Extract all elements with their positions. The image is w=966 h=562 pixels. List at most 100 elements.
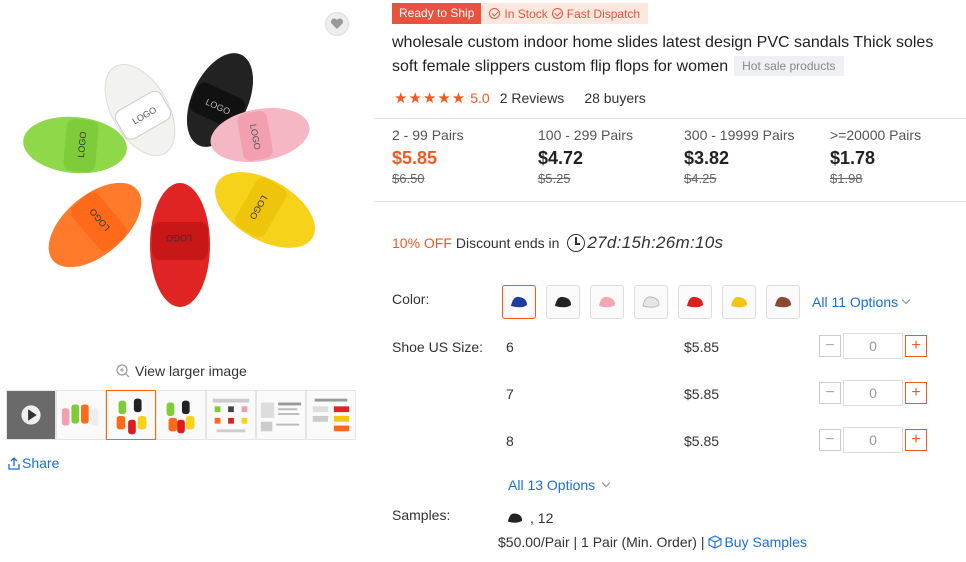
hot-sale-tag[interactable]: Hot sale products [734, 56, 844, 76]
color-swatch-red[interactable] [678, 285, 712, 319]
product-gallery: LOGO LOGO LOGO LOGO LOGO LOGO LOGO View … [0, 0, 370, 562]
price-tier: >=20000 Pairs $1.78 $1.98 [830, 127, 966, 186]
samples-info: $50.00/Pair | 1 Pair (Min. Order) | Buy … [498, 534, 807, 550]
divider [374, 201, 966, 202]
zoom-icon [116, 364, 130, 378]
buy-samples-link[interactable]: Buy Samples [708, 534, 807, 550]
all-color-options-link[interactable]: All 11 Options [812, 294, 911, 310]
quantity-input[interactable]: 0 [843, 380, 903, 406]
favorite-button[interactable] [325, 12, 349, 36]
play-icon [7, 391, 55, 439]
increment-button[interactable]: + [905, 335, 927, 357]
quantity-input[interactable]: 0 [843, 333, 903, 359]
chevron-down-icon [601, 478, 611, 488]
price-tier: 100 - 299 Pairs $4.72 $5.25 [538, 127, 684, 186]
ready-to-ship-badge: Ready to Ship [392, 3, 482, 24]
product-title: wholesale custom indoor home slides late… [392, 31, 952, 79]
quantity-stepper: − 0 + [819, 427, 927, 453]
fast-dispatch-label: Fast Dispatch [566, 6, 641, 21]
check-icon [551, 8, 563, 19]
tier-price: $4.72 [538, 148, 584, 168]
quantity-stepper: − 0 + [819, 333, 927, 359]
decrement-button[interactable]: − [819, 382, 841, 404]
tier-price: $3.82 [684, 148, 730, 168]
check-icon [489, 8, 501, 19]
in-stock-label: In Stock [504, 6, 548, 21]
size-price: $5.85 [684, 339, 720, 355]
rating-row: ★★★★★ 5.0 2 Reviews 28 buyers [394, 89, 646, 107]
share-label: Share [22, 455, 60, 471]
tier-range: 2 - 99 Pairs [392, 127, 464, 143]
price-tier: 2 - 99 Pairs $5.85 $6.50 [392, 127, 538, 186]
tier-old-price: $4.25 [684, 171, 717, 186]
share-icon [8, 456, 20, 470]
tier-range: 100 - 299 Pairs [538, 127, 633, 143]
stock-badge: In Stock Fast Dispatch [481, 3, 649, 24]
thumbnail-video[interactable] [6, 390, 56, 440]
countdown-timer: 27d:15h:26m:10s [587, 233, 724, 252]
badges: Ready to Ship In Stock Fast Dispatch [392, 3, 649, 24]
quantity-input[interactable]: 0 [843, 427, 903, 453]
size-row: 6 $5.85 − 0 + [374, 333, 966, 363]
color-swatch-yellow[interactable] [722, 285, 756, 319]
discount-row: 10% OFF Discount ends in 27d:15h:26m:10s [392, 233, 723, 253]
all-color-options-label: All 11 Options [812, 294, 899, 310]
sample-thumbnail [507, 513, 523, 523]
size-row: 8 $5.85 − 0 + [374, 427, 966, 457]
decrement-button[interactable]: − [819, 335, 841, 357]
size-price: $5.85 [684, 433, 720, 449]
all-size-options-link[interactable]: All 13 Options [508, 477, 611, 493]
main-product-image[interactable]: LOGO LOGO LOGO LOGO LOGO LOGO LOGO [15, 45, 350, 335]
color-label: Color: [392, 291, 430, 307]
color-swatch-white[interactable] [634, 285, 668, 319]
reviews-link[interactable]: 2 Reviews [500, 90, 565, 106]
tier-price: $5.85 [392, 148, 438, 168]
product-title-text: wholesale custom indoor home slides late… [392, 34, 934, 75]
discount-percent: 10% OFF [392, 235, 452, 251]
clock-icon [567, 234, 586, 252]
logo-text: LOGO [166, 233, 192, 243]
tier-old-price: $5.25 [538, 171, 571, 186]
product-details: Ready to Ship In Stock Fast Dispatch who… [374, 0, 966, 562]
decrement-button[interactable]: − [819, 429, 841, 451]
thumbnail-image-active[interactable] [106, 390, 156, 440]
discount-ends-label: Discount ends in [455, 235, 560, 251]
box-icon [708, 535, 723, 549]
tier-old-price: $6.50 [392, 171, 425, 186]
share-link[interactable]: Share [8, 455, 59, 471]
view-larger-link[interactable]: View larger image [116, 363, 247, 379]
samples-price: $50.00/Pair | 1 Pair (Min. Order) | [498, 534, 705, 550]
all-size-options-label: All 13 Options [508, 477, 596, 493]
color-swatch-blue[interactable] [502, 285, 536, 319]
samples-variant: , 12 [504, 510, 553, 526]
tier-old-price: $1.98 [830, 171, 863, 186]
size-value: 8 [506, 433, 514, 449]
color-swatches: All 11 Options [502, 285, 911, 319]
heart-icon [330, 18, 344, 29]
quantity-stepper: − 0 + [819, 380, 927, 406]
price-tier: 300 - 19999 Pairs $3.82 $4.25 [684, 127, 830, 186]
size-value: 7 [506, 386, 514, 402]
thumbnail-image[interactable] [156, 390, 206, 440]
tier-price: $1.78 [830, 148, 876, 168]
star-rating: ★★★★★ [394, 90, 467, 107]
thumbnail-image[interactable] [256, 390, 306, 440]
samples-count: , 12 [530, 510, 554, 526]
color-swatch-black[interactable] [546, 285, 580, 319]
buyers-count: 28 buyers [584, 90, 646, 106]
rating-score: 5.0 [470, 90, 490, 106]
view-larger-label: View larger image [135, 363, 247, 379]
color-swatch-brown[interactable] [766, 285, 800, 319]
size-value: 6 [506, 339, 514, 355]
thumbnail-image[interactable] [306, 390, 356, 440]
size-price: $5.85 [684, 386, 720, 402]
increment-button[interactable]: + [905, 429, 927, 451]
samples-label: Samples: [392, 507, 451, 523]
increment-button[interactable]: + [905, 382, 927, 404]
tier-range: >=20000 Pairs [830, 127, 922, 143]
thumbnail-image[interactable] [206, 390, 256, 440]
thumbnail-image[interactable] [56, 390, 106, 440]
price-tiers: 2 - 99 Pairs $5.85 $6.50 100 - 299 Pairs… [392, 127, 966, 186]
color-swatch-pink[interactable] [590, 285, 624, 319]
buy-samples-label: Buy Samples [724, 534, 807, 550]
